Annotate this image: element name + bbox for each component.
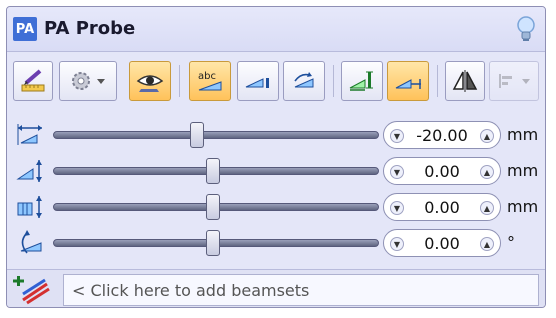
decrement-icon[interactable]: ▼ (390, 201, 404, 215)
ruler-edit-button[interactable] (13, 61, 53, 101)
skew-angle-slider-thumb[interactable] (205, 230, 220, 256)
mirror-icon (452, 70, 478, 92)
ruler-pencil-icon (21, 69, 45, 92)
add-beamset-placeholder[interactable]: < Click here to add beamsets (72, 281, 309, 300)
lightbulb-icon[interactable] (515, 15, 537, 43)
element-spacing-spinbox[interactable]: ▼ 0.00 ▲ (383, 193, 501, 221)
add-beamset-icon (13, 276, 50, 305)
skew-angle-value[interactable]: 0.00 (406, 234, 478, 253)
slider-row-wedge-height: ▼ 0.00 ▲ mm (7, 153, 545, 189)
align-dropdown-icon (499, 74, 530, 88)
toolbar-separator (333, 65, 334, 97)
index-offset-spinbox[interactable]: ▼ -20.00 ▲ (383, 121, 501, 149)
index-offset-slider-track[interactable] (53, 131, 379, 139)
decrement-icon[interactable]: ▼ (390, 237, 404, 251)
aperture-right-icon (395, 79, 421, 89)
slider-row-element-spacing: ▼ 0.00 ▲ mm (7, 189, 545, 225)
increment-icon[interactable]: ▲ (480, 165, 494, 179)
labels-toggle-button[interactable]: abc (189, 61, 231, 101)
probe-wedge-icon (245, 78, 269, 88)
align-dropdown-button[interactable] (489, 61, 539, 101)
mirror-button[interactable] (445, 61, 485, 101)
probe-rotate-icon (294, 72, 314, 88)
aperture-right-button[interactable] (387, 61, 429, 101)
aperture-left-icon (349, 71, 373, 91)
toolbar-separator (179, 65, 180, 97)
increment-icon[interactable]: ▲ (480, 237, 494, 251)
index-offset-unit: mm (507, 125, 539, 144)
aperture-left-button[interactable] (341, 61, 383, 101)
add-beamset-button[interactable] (11, 274, 59, 306)
probe-rotate-button[interactable] (283, 61, 325, 101)
element-spacing-unit: mm (507, 197, 539, 216)
skew-angle-spinbox[interactable]: ▼ 0.00 ▲ (383, 229, 501, 257)
slider-row-index-offset: ▼ -20.00 ▲ mm (7, 117, 545, 153)
skew-angle-unit: ° (507, 233, 515, 252)
skew-angle-icon (20, 230, 42, 254)
decrement-icon[interactable]: ▼ (390, 165, 404, 179)
add-beamset-field[interactable]: < Click here to add beamsets (63, 274, 539, 306)
eye-icon (136, 75, 164, 92)
element-spacing-slider-thumb[interactable] (205, 194, 220, 220)
pa-probe-panel: PA PA Probe abc ▼ -20.00 ▲ mm ▼ 0.00 ▲ m… (6, 6, 546, 308)
title-bar: PA PA Probe (7, 7, 545, 52)
increment-icon[interactable]: ▲ (480, 201, 494, 215)
index-offset-icon (17, 124, 42, 145)
wedge-height-icon (16, 160, 42, 182)
probe-wedge-button[interactable] (237, 61, 279, 101)
decrement-icon[interactable]: ▼ (390, 129, 404, 143)
wedge-height-value[interactable]: 0.00 (406, 162, 478, 181)
abc-label-icon: abc (198, 71, 222, 91)
element-spacing-icon (17, 196, 42, 218)
beamset-footer: < Click here to add beamsets (7, 269, 545, 307)
wedge-height-unit: mm (507, 161, 539, 180)
gear-dropdown-icon (72, 72, 105, 90)
settings-dropdown-button[interactable] (59, 61, 117, 101)
view-toggle-button[interactable] (129, 61, 171, 101)
toolbar-separator (437, 65, 438, 97)
increment-icon[interactable]: ▲ (480, 129, 494, 143)
element-spacing-value[interactable]: 0.00 (406, 198, 478, 217)
wedge-height-slider-thumb[interactable] (205, 158, 220, 184)
toolbar: abc (7, 55, 545, 111)
panel-title: PA Probe (44, 18, 136, 39)
slider-row-skew-angle: ▼ 0.00 ▲ ° (7, 225, 545, 261)
index-offset-slider-thumb[interactable] (190, 122, 205, 148)
pa-badge-icon: PA (13, 17, 37, 41)
svg-text:abc: abc (198, 71, 216, 82)
wedge-height-spinbox[interactable]: ▼ 0.00 ▲ (383, 157, 501, 185)
index-offset-value[interactable]: -20.00 (406, 126, 478, 145)
